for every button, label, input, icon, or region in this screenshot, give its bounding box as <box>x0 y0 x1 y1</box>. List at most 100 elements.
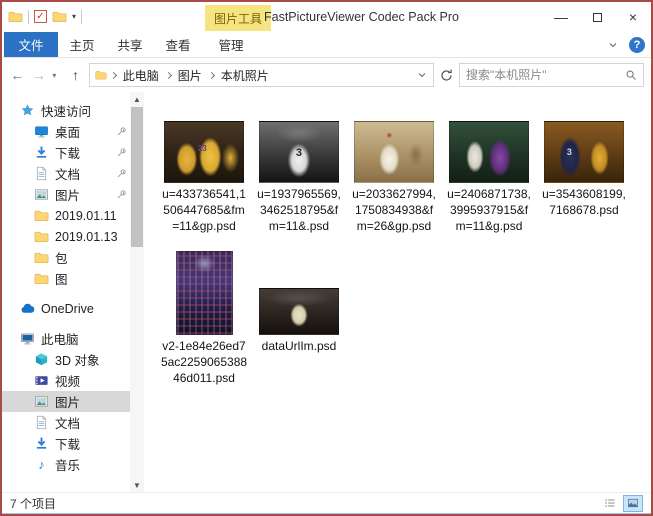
sidebar-item-pictures[interactable]: 图片 <box>2 184 130 205</box>
tab-manage[interactable]: 管理 <box>205 32 257 57</box>
document-icon <box>34 415 49 430</box>
sidebar-item-folder-tu[interactable]: 图 <box>2 268 130 289</box>
breadcrumb-separator-icon <box>110 71 117 78</box>
close-button[interactable]: × <box>615 2 651 32</box>
file-item[interactable]: 23 u=433736541,1506447685&fm=11&gp.psd <box>160 120 248 234</box>
window-controls: — × <box>543 2 651 32</box>
ribbon-expand-chevron-icon[interactable] <box>607 39 619 51</box>
sidebar-item-quick-access[interactable]: 快速访问 <box>2 100 130 121</box>
scroll-down-icon[interactable]: ▼ <box>130 478 144 492</box>
properties-check-icon[interactable]: ✓ <box>34 10 47 23</box>
file-item[interactable]: 3 u=3543608199,7168678.psd <box>540 120 628 234</box>
titlebar: ✓ ▾ 图片工具 FastPictureViewer Codec Pack Pr… <box>2 2 651 32</box>
qat-dropdown-icon[interactable]: ▾ <box>72 12 76 21</box>
scrollbar-thumb[interactable] <box>131 107 143 247</box>
file-thumbnail[interactable] <box>176 251 233 335</box>
file-item[interactable]: u=2033627994,1750834938&fm=26&gp.psd <box>350 120 438 234</box>
file-thumbnail[interactable]: 23 <box>164 121 244 183</box>
sidebar-item-label: 快速访问 <box>41 101 91 120</box>
cloud-icon <box>20 301 35 316</box>
tab-file[interactable]: 文件 <box>4 32 58 57</box>
search-input[interactable] <box>466 68 621 82</box>
view-buttons <box>600 495 643 512</box>
search-box[interactable] <box>459 63 644 87</box>
scroll-up-icon[interactable]: ▲ <box>130 92 144 106</box>
up-icon[interactable]: ↑ <box>67 68 84 82</box>
items-count: 7 个项目 <box>10 495 56 512</box>
breadcrumb[interactable]: 此电脑 图片 本机照片 <box>89 63 434 87</box>
minimize-button[interactable]: — <box>543 2 579 32</box>
sidebar-item-label: 此电脑 <box>41 329 79 348</box>
divider <box>81 10 82 24</box>
maximize-button[interactable] <box>579 2 615 32</box>
breadcrumb-this-pc[interactable]: 此电脑 <box>120 67 162 84</box>
sidebar-item-folder-2019-01-11[interactable]: 2019.01.11 <box>2 205 130 226</box>
window-title: FastPictureViewer Codec Pack Pro <box>264 2 459 32</box>
sidebar-item-3d-objects[interactable]: 3D 对象 <box>2 349 130 370</box>
desktop-icon <box>34 124 49 139</box>
sidebar-item-desktop[interactable]: 桌面 <box>2 121 130 142</box>
explorer-window: ✓ ▾ 图片工具 FastPictureViewer Codec Pack Pr… <box>0 0 653 516</box>
details-view-button[interactable] <box>600 495 620 512</box>
file-thumbnail[interactable]: 3 <box>259 121 339 183</box>
history-dropdown-icon[interactable]: ▾ <box>52 71 62 80</box>
file-name: dataUrlIm.psd <box>255 338 343 354</box>
forward-icon[interactable]: → <box>31 68 48 82</box>
thumbnails-view-button[interactable] <box>623 495 643 512</box>
sidebar-item-documents-pc[interactable]: 文档 <box>2 412 130 433</box>
sidebar-item-label: 图 <box>55 269 68 288</box>
help-icon[interactable]: ? <box>629 37 645 53</box>
folder-icon <box>34 208 49 223</box>
quick-access-toolbar: ✓ ▾ <box>8 9 82 24</box>
new-folder-icon[interactable] <box>52 9 67 24</box>
tab-home[interactable]: 主页 <box>58 32 106 57</box>
file-name: u=2033627994,1750834938&fm=26&gp.psd <box>350 186 438 234</box>
sidebar-item-downloads[interactable]: 下载 <box>2 142 130 163</box>
file-item[interactable]: u=2406871738,3995937915&fm=11&g.psd <box>445 120 533 234</box>
sidebar-item-music[interactable]: ♪ 音乐 <box>2 454 130 475</box>
back-icon[interactable]: ← <box>9 68 26 82</box>
sidebar-item-label: 桌面 <box>55 122 80 141</box>
sidebar-scrollbar[interactable]: ▲ ▼ <box>130 92 144 492</box>
pin-icon <box>116 168 127 179</box>
sidebar-item-folder-2019-01-13[interactable]: 2019.01.13 <box>2 226 130 247</box>
pin-icon <box>116 189 127 200</box>
breadcrumb-pictures[interactable]: 图片 <box>175 67 205 84</box>
star-icon <box>20 103 35 118</box>
video-icon <box>34 373 49 388</box>
breadcrumb-separator-icon <box>165 71 172 78</box>
sidebar-item-videos[interactable]: 视频 <box>2 370 130 391</box>
address-dropdown-icon[interactable] <box>416 69 428 81</box>
folder-icon <box>34 271 49 286</box>
file-thumbnail[interactable]: 3 <box>544 121 624 183</box>
sidebar-item-onedrive[interactable]: OneDrive <box>2 298 130 319</box>
refresh-icon[interactable] <box>439 68 454 83</box>
sidebar-item-this-pc[interactable]: 此电脑 <box>2 328 130 349</box>
search-icon[interactable] <box>625 69 637 81</box>
sidebar-item-label: 视频 <box>55 371 80 390</box>
jersey-number: 3 <box>296 147 302 159</box>
breadcrumb-local-photos[interactable]: 本机照片 <box>218 67 272 84</box>
sidebar-item-label: 文档 <box>55 413 80 432</box>
pin-icon <box>116 147 127 158</box>
details-view-icon <box>604 497 616 509</box>
sidebar-item-label: 图片 <box>55 185 80 204</box>
file-thumbnail[interactable] <box>259 288 339 335</box>
file-thumbnail[interactable] <box>354 121 434 183</box>
sidebar-item-label: 下载 <box>55 434 80 453</box>
sidebar-item-downloads-pc[interactable]: 下载 <box>2 433 130 454</box>
cube-icon <box>34 352 49 367</box>
file-item[interactable]: dataUrlIm.psd <box>255 250 343 386</box>
file-thumbnail[interactable] <box>449 121 529 183</box>
file-item[interactable]: v2-1e84e26ed75ac225906538846d011.psd <box>160 250 248 386</box>
document-icon <box>34 166 49 181</box>
tab-share[interactable]: 共享 <box>106 32 154 57</box>
file-item[interactable]: 3 u=1937965569,3462518795&fm=11&.psd <box>255 120 343 234</box>
sidebar-item-pictures-pc[interactable]: 图片 <box>2 391 130 412</box>
maximize-icon <box>593 13 602 22</box>
music-icon: ♪ <box>34 457 49 472</box>
sidebar-item-folder-bao[interactable]: 包 <box>2 247 130 268</box>
divider <box>28 10 29 24</box>
tab-view[interactable]: 查看 <box>154 32 202 57</box>
sidebar-item-documents[interactable]: 文档 <box>2 163 130 184</box>
